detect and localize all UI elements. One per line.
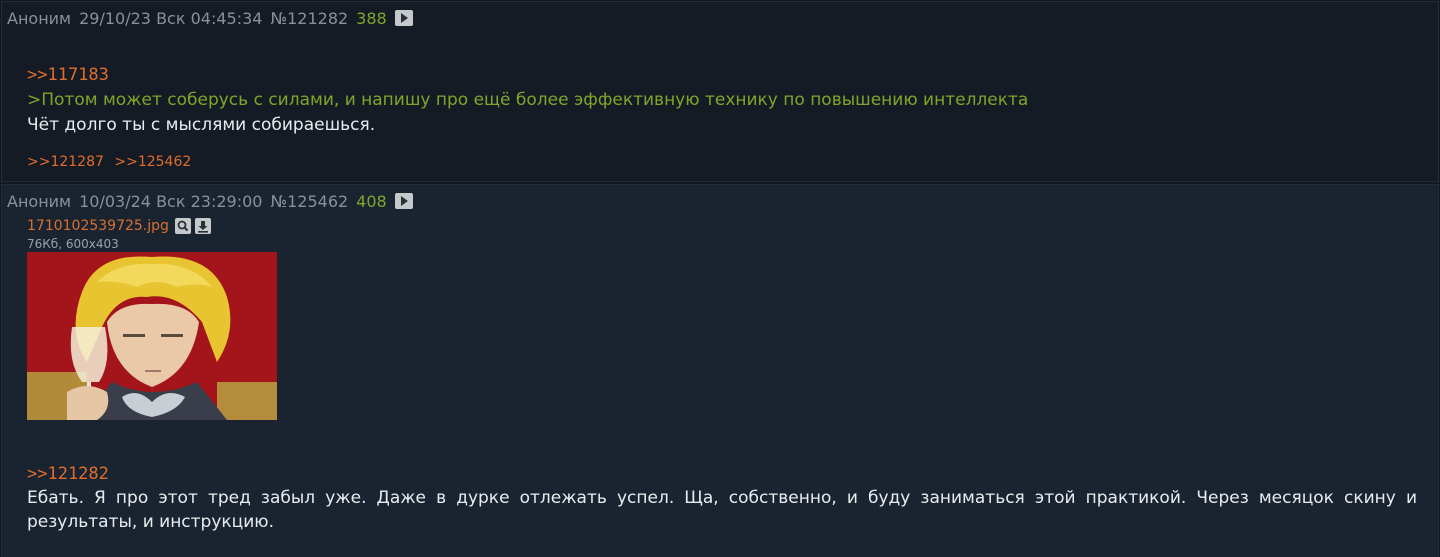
attached-image-thumbnail[interactable]: [27, 252, 277, 420]
search-icon[interactable]: [174, 218, 191, 234]
reply-link[interactable]: >>117183: [27, 65, 109, 85]
file-info: 1710102539725.jpg: [27, 218, 215, 234]
post-number[interactable]: №125462: [270, 192, 348, 211]
post-date: 29/10/23 Вск 04:45:34: [79, 8, 263, 28]
post-header: Аноним 10/03/24 Вск 23:29:00 №125462 408: [7, 190, 413, 212]
post-125462: Аноним 10/03/24 Вск 23:29:00 №125462 408…: [1, 184, 1439, 557]
post-121282: Аноним 29/10/23 Вск 04:45:34 №121282 388…: [1, 1, 1439, 182]
backlink[interactable]: >>121287: [27, 154, 104, 170]
expand-play-icon[interactable]: [394, 193, 413, 209]
expand-play-icon[interactable]: [394, 10, 413, 26]
post-text: Чёт долго ты с мыслями собираешься.: [27, 115, 376, 135]
post-count: 388: [356, 8, 387, 28]
file-name-link[interactable]: 1710102539725.jpg: [27, 218, 169, 234]
post-author: Аноним: [7, 191, 72, 211]
download-icon[interactable]: [194, 218, 211, 234]
post-count: 408: [356, 191, 387, 211]
post-header: Аноним 29/10/23 Вск 04:45:34 №121282 388: [7, 7, 413, 29]
post-author: Аноним: [7, 8, 72, 28]
reply-link[interactable]: >>121282: [27, 464, 109, 484]
post-number[interactable]: №121282: [270, 9, 348, 28]
file-meta: 76Кб, 600x403: [27, 237, 119, 251]
backlinks: >>121287 >>125462: [27, 154, 197, 170]
post-text: Ебать. Я про этот тред забыл уже. Даже в…: [27, 488, 1417, 532]
greentext-quote: >Потом может соберусь с силами, и напишу…: [27, 90, 1029, 110]
post-date: 10/03/24 Вск 23:29:00: [79, 191, 263, 211]
backlink[interactable]: >>125462: [114, 154, 191, 170]
